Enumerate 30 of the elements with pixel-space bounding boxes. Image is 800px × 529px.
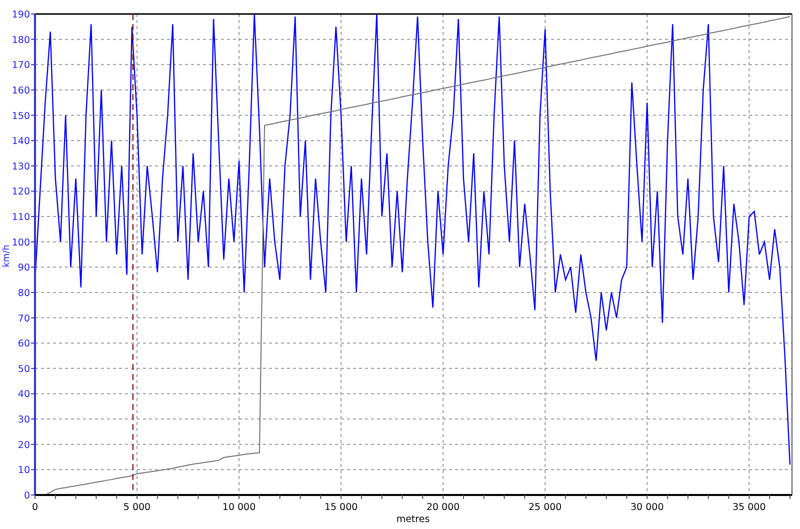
y-tick-label: 80 [18,288,30,299]
y-tick-label: 190 [12,10,30,20]
x-tick-label: 20 000 [426,502,460,513]
y-tick-label: 0 [24,490,30,502]
y-tick-label: 20 [18,440,30,451]
y-tick-label: 70 [18,313,30,324]
y-tick-label: 10 [18,465,30,476]
x-tick-label: 30 000 [630,502,664,513]
y-tick-label: 50 [18,364,30,375]
x-tick-label: 10 000 [222,502,256,513]
x-tick-label: 0 [32,502,38,513]
y-tick-label: 30 [18,414,30,426]
y-tick-label: 120 [12,186,30,198]
y-tick-label: 130 [12,161,30,172]
y-tick-label: 160 [12,85,30,96]
y-tick-label: 100 [12,237,30,248]
y-tick-label: 170 [12,60,30,72]
y-axis-title: km/h [2,244,12,268]
y-tick-label: 90 [18,262,30,274]
x-tick-label: 25 000 [528,502,562,513]
x-tick-label: 15 000 [324,502,358,513]
y-tick-label: 60 [18,338,30,350]
x-tick-label: 35 000 [732,502,766,513]
y-tick-label: 180 [12,34,30,46]
x-axis-title: metres [396,514,430,525]
y-tick-label: 150 [12,110,30,122]
x-tick-label: 5 000 [123,502,151,513]
y-tick-label: 140 [12,136,30,148]
y-tick-label: 110 [12,212,30,224]
y-tick-label: 40 [18,389,30,400]
